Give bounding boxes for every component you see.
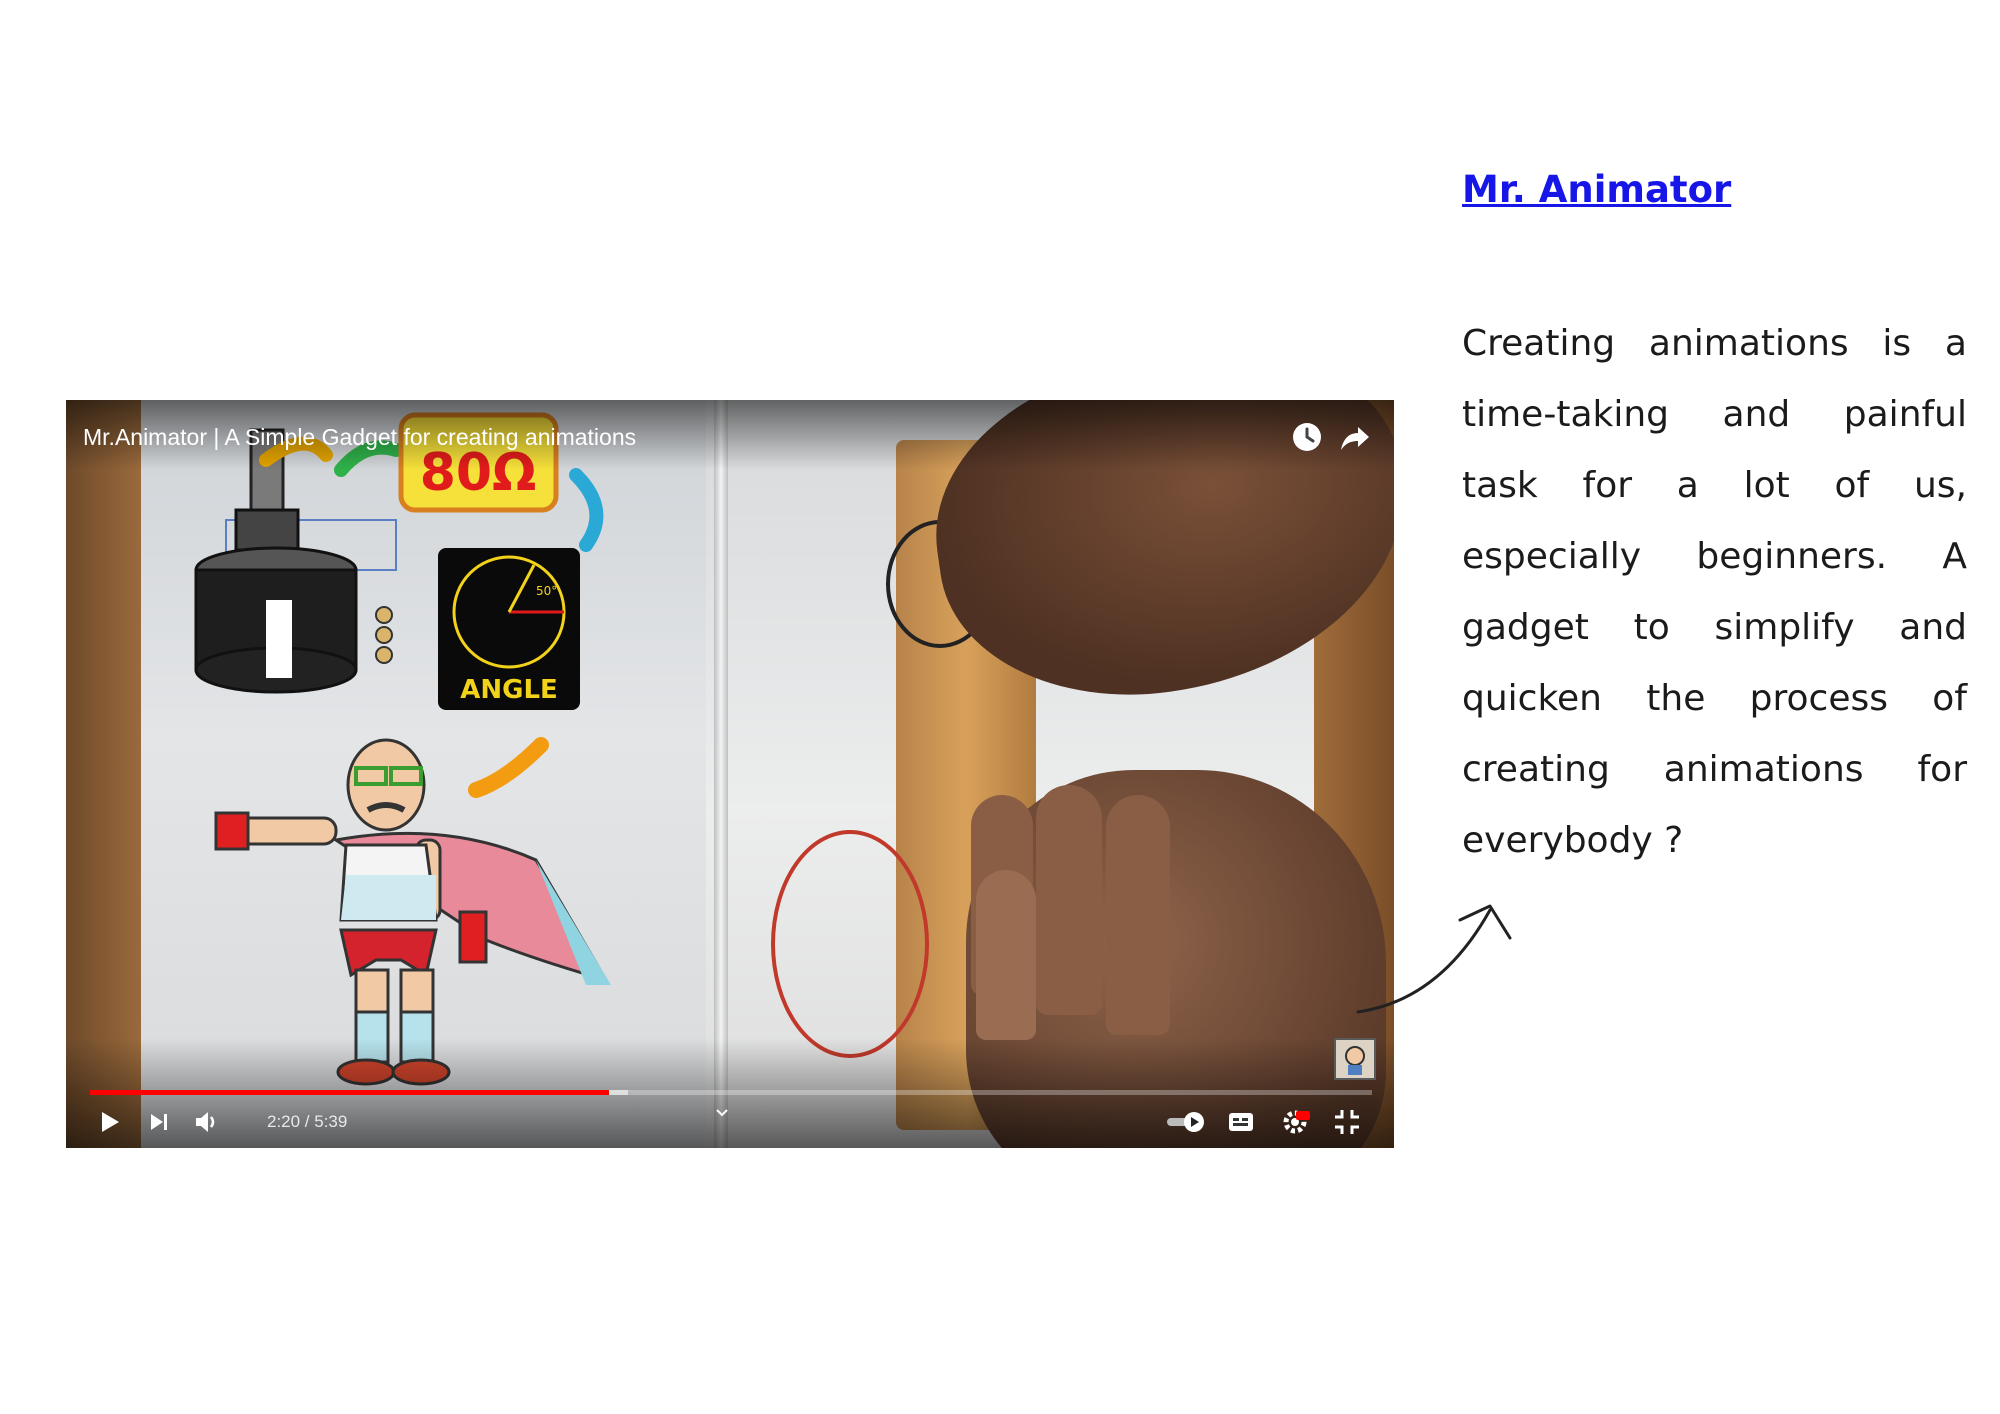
finger	[1036, 785, 1102, 1015]
thumb	[976, 870, 1036, 1040]
autoplay-toggle-icon[interactable]	[1164, 1105, 1208, 1139]
progress-played	[90, 1090, 610, 1095]
angle-label: ANGLE	[460, 675, 558, 705]
captions-icon[interactable]	[1224, 1105, 1258, 1139]
notebook-spine	[714, 400, 728, 1148]
angle-value: 50°	[536, 584, 557, 598]
play-icon[interactable]	[92, 1105, 126, 1139]
volume-icon[interactable]	[190, 1105, 224, 1139]
settings-gear-icon[interactable]	[1278, 1105, 1312, 1139]
clock-icon[interactable]	[1290, 420, 1324, 454]
time-display: 2:20 / 5:39	[267, 1112, 348, 1131]
video-player[interactable]: 80Ω 50° ANGLE Mr.Animator | A Simple Gad…	[66, 400, 1394, 1148]
channel-link[interactable]: Mr. Animator	[1462, 168, 1731, 211]
finger	[1106, 795, 1170, 1035]
progress-bar[interactable]	[90, 1090, 1372, 1095]
curved-arrow-icon	[1356, 904, 1512, 1014]
animation-overlay: 80Ω 50° ANGLE	[194, 412, 611, 1086]
exit-fullscreen-icon[interactable]	[1330, 1105, 1364, 1139]
share-arrow-icon[interactable]	[1338, 420, 1372, 454]
chevron-down-icon[interactable]	[712, 1102, 732, 1122]
red-wire	[771, 830, 929, 1058]
skip-next-icon[interactable]	[142, 1105, 176, 1139]
description-text: Creating animations is a time-taking and…	[1462, 323, 1967, 861]
video-title[interactable]: Mr.Animator | A Simple Gadget for creati…	[83, 424, 636, 451]
channel-watermark-avatar[interactable]	[1334, 1038, 1376, 1080]
cartoon-superhero-illustration	[214, 738, 611, 1086]
